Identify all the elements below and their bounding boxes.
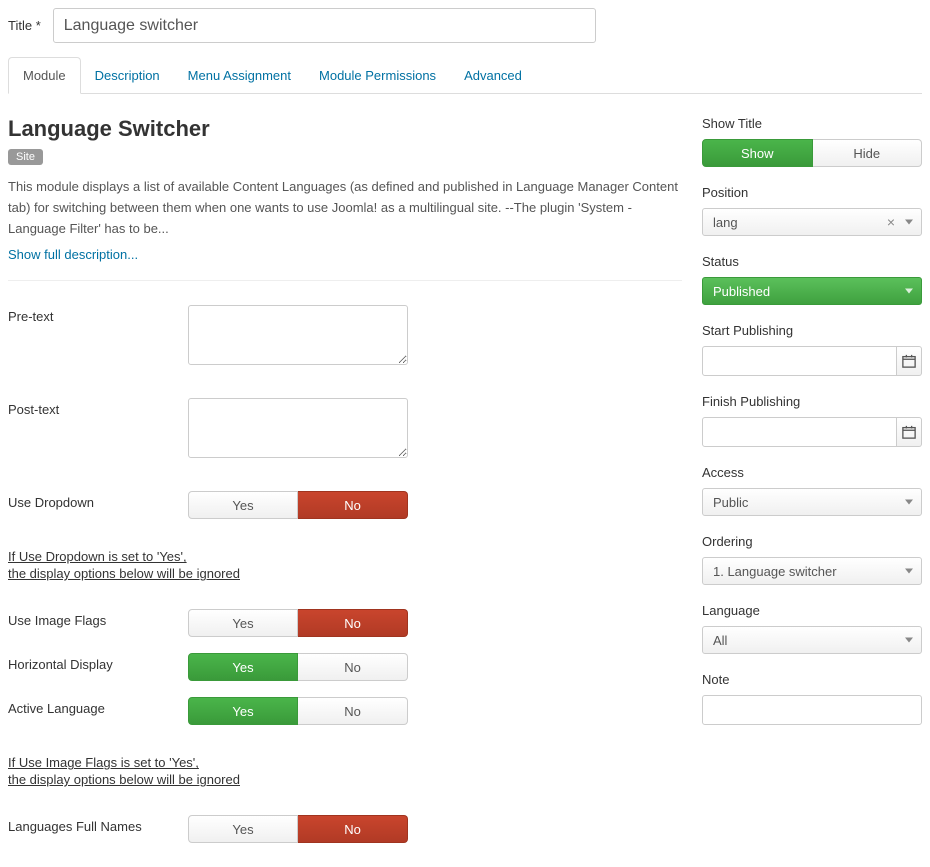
- dropdown-note-line1: If Use Dropdown is set to 'Yes',: [8, 549, 682, 564]
- start-publishing-calendar-button[interactable]: [897, 346, 922, 376]
- posttext-textarea[interactable]: [188, 398, 408, 458]
- status-label: Status: [702, 254, 922, 269]
- field-status: Status Published: [702, 254, 922, 305]
- tabs: Module Description Menu Assignment Modul…: [8, 57, 922, 94]
- chevron-down-icon: [905, 289, 913, 294]
- title-input[interactable]: [53, 8, 596, 43]
- use-image-flags-label: Use Image Flags: [8, 609, 188, 637]
- field-pretext: Pre-text: [8, 305, 682, 368]
- field-posttext: Post-text: [8, 398, 682, 461]
- dropdown-note: If Use Dropdown is set to 'Yes', the dis…: [8, 549, 682, 581]
- chevron-down-icon: [905, 638, 913, 643]
- field-language: Language All: [702, 603, 922, 654]
- start-publishing-input[interactable]: [702, 346, 897, 376]
- position-select[interactable]: lang ×: [702, 208, 922, 236]
- field-show-title: Show Title Show Hide: [702, 116, 922, 167]
- access-label: Access: [702, 465, 922, 480]
- field-note: Note: [702, 672, 922, 725]
- tab-menu-assignment[interactable]: Menu Assignment: [174, 57, 305, 93]
- finish-publishing-input[interactable]: [702, 417, 897, 447]
- language-value: All: [713, 633, 727, 648]
- show-full-description-link[interactable]: Show full description...: [8, 247, 682, 262]
- note-label: Note: [702, 672, 922, 687]
- tab-advanced[interactable]: Advanced: [450, 57, 536, 93]
- show-title-show[interactable]: Show: [702, 139, 813, 167]
- languages-full-names-toggle: Yes No: [188, 815, 408, 843]
- horizontal-display-label: Horizontal Display: [8, 653, 188, 681]
- posttext-label: Post-text: [8, 398, 188, 461]
- tab-module[interactable]: Module: [8, 57, 81, 94]
- module-heading: Language Switcher: [8, 116, 682, 142]
- use-dropdown-no[interactable]: No: [298, 491, 408, 519]
- left-column: Language Switcher Site This module displ…: [8, 116, 682, 859]
- languages-full-names-yes[interactable]: Yes: [188, 815, 298, 843]
- tab-module-permissions[interactable]: Module Permissions: [305, 57, 450, 93]
- active-language-toggle: Yes No: [188, 697, 408, 725]
- active-language-label: Active Language: [8, 697, 188, 725]
- status-select[interactable]: Published: [702, 277, 922, 305]
- use-dropdown-label: Use Dropdown: [8, 491, 188, 519]
- use-image-flags-no[interactable]: No: [298, 609, 408, 637]
- chevron-down-icon: [905, 569, 913, 574]
- field-finish-publishing: Finish Publishing: [702, 394, 922, 447]
- right-column: Show Title Show Hide .right-col .btn-gro…: [702, 116, 922, 859]
- pretext-label: Pre-text: [8, 305, 188, 368]
- field-ordering: Ordering 1. Language switcher: [702, 534, 922, 585]
- languages-full-names-label: Languages Full Names: [8, 815, 188, 843]
- field-use-image-flags: Use Image Flags Yes No: [8, 609, 682, 637]
- show-title-toggle: Show Hide: [702, 139, 922, 167]
- tab-description[interactable]: Description: [81, 57, 174, 93]
- active-language-yes[interactable]: Yes: [188, 697, 298, 725]
- field-use-dropdown: Use Dropdown Yes No: [8, 491, 682, 519]
- position-label: Position: [702, 185, 922, 200]
- note-input[interactable]: [702, 695, 922, 725]
- use-image-flags-toggle: Yes No: [188, 609, 408, 637]
- horizontal-display-toggle: Yes No: [188, 653, 408, 681]
- position-clear-icon[interactable]: ×: [887, 214, 895, 230]
- field-position: Position lang ×: [702, 185, 922, 236]
- access-value: Public: [713, 495, 748, 510]
- position-value: lang: [713, 215, 738, 230]
- field-languages-full-names: Languages Full Names Yes No: [8, 815, 682, 843]
- imageflags-note: If Use Image Flags is set to 'Yes', the …: [8, 755, 682, 787]
- access-select[interactable]: Public: [702, 488, 922, 516]
- pretext-textarea[interactable]: [188, 305, 408, 365]
- use-image-flags-yes[interactable]: Yes: [188, 609, 298, 637]
- ordering-select[interactable]: 1. Language switcher: [702, 557, 922, 585]
- field-horizontal-display: Horizontal Display Yes No: [8, 653, 682, 681]
- site-badge: Site: [8, 149, 43, 165]
- module-description: This module displays a list of available…: [8, 177, 682, 239]
- chevron-down-icon: [905, 500, 913, 505]
- languages-full-names-no[interactable]: No: [298, 815, 408, 843]
- use-dropdown-yes[interactable]: Yes: [188, 491, 298, 519]
- language-label: Language: [702, 603, 922, 618]
- dropdown-note-line2: the display options below will be ignore…: [8, 566, 682, 581]
- calendar-icon: [902, 354, 916, 368]
- chevron-down-icon: [905, 220, 913, 225]
- finish-publishing-label: Finish Publishing: [702, 394, 922, 409]
- calendar-icon: [902, 425, 916, 439]
- imageflags-note-line1: If Use Image Flags is set to 'Yes',: [8, 755, 682, 770]
- divider: [8, 280, 682, 281]
- language-select[interactable]: All: [702, 626, 922, 654]
- use-dropdown-toggle: Yes No: [188, 491, 408, 519]
- field-access: Access Public: [702, 465, 922, 516]
- show-title-label: Show Title: [702, 116, 922, 131]
- show-title-hide[interactable]: Hide: [813, 139, 923, 167]
- field-start-publishing: Start Publishing: [702, 323, 922, 376]
- active-language-no[interactable]: No: [298, 697, 408, 725]
- ordering-label: Ordering: [702, 534, 922, 549]
- ordering-value: 1. Language switcher: [713, 564, 837, 579]
- horizontal-display-yes[interactable]: Yes: [188, 653, 298, 681]
- imageflags-note-line2: the display options below will be ignore…: [8, 772, 682, 787]
- finish-publishing-calendar-button[interactable]: [897, 417, 922, 447]
- title-row: Title *: [8, 8, 922, 43]
- title-label: Title *: [8, 18, 41, 33]
- content-area: Language Switcher Site This module displ…: [8, 116, 922, 859]
- field-active-language: Active Language Yes No: [8, 697, 682, 725]
- horizontal-display-no[interactable]: No: [298, 653, 408, 681]
- start-publishing-label: Start Publishing: [702, 323, 922, 338]
- status-value: Published: [713, 284, 770, 299]
